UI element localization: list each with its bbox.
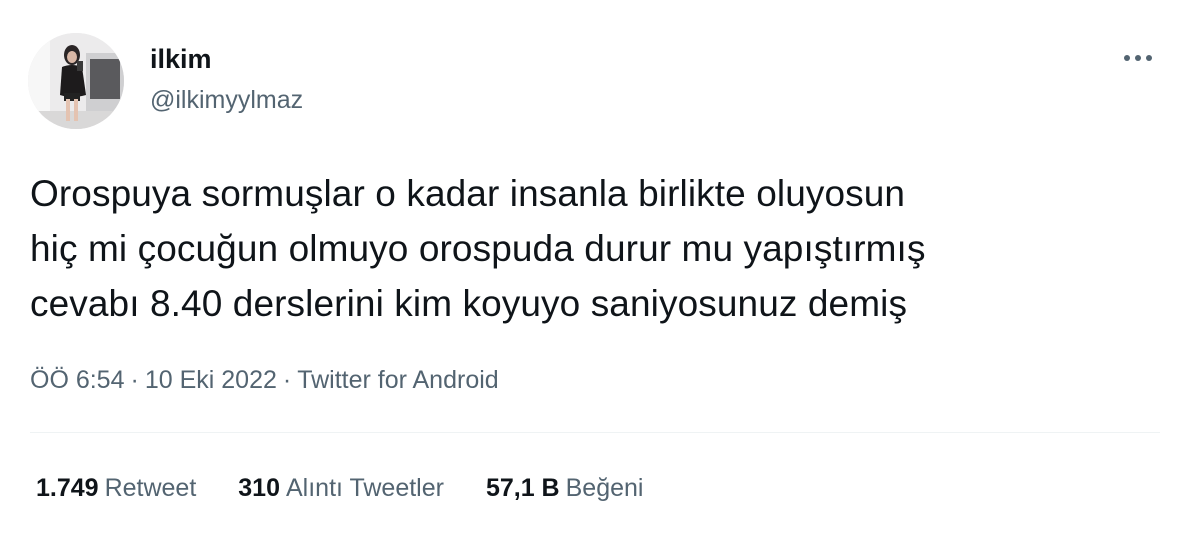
divider <box>30 432 1160 433</box>
tweet-text: Orospuya sormuşlar o kadar insanla birli… <box>30 173 926 324</box>
quote-tweets-count: 310 <box>238 474 280 502</box>
engagement-stats: 1.749 Retweet 310 Alıntı Tweetler 57,1 B Be… <box>36 474 685 503</box>
meta-separator: · <box>282 366 292 394</box>
more-options-button[interactable] <box>1120 44 1156 72</box>
avatar[interactable] <box>28 33 124 129</box>
likes-stat[interactable]: 57,1 B Beğeni <box>486 474 644 503</box>
retweets-label: Retweet <box>104 474 197 502</box>
user-handle[interactable]: @ilkimyylmaz <box>150 86 303 115</box>
tweet-card: ilkim @ilkimyylmaz Orospuya sormuşlar o … <box>0 0 1188 534</box>
tweet-source[interactable]: Twitter for Android <box>297 366 498 394</box>
tweet-date[interactable]: 10 Eki 2022 <box>145 366 277 394</box>
quote-tweets-stat[interactable]: 310 Alıntı Tweetler <box>238 474 444 503</box>
likes-count: 57,1 B <box>485 474 560 502</box>
likes-label: Beğeni <box>565 474 644 502</box>
retweets-stat[interactable]: 1.749 Retweet <box>36 474 196 503</box>
quote-tweets-label: Alıntı Tweetler <box>286 474 444 502</box>
more-horizontal-icon <box>1124 55 1152 61</box>
retweets-count: 1.749 <box>36 474 99 502</box>
profile-photo-icon <box>28 33 124 129</box>
tweet-metadata: ÖÖ 6:54 · 10 Eki 2022 · Twitter for Android <box>30 366 499 395</box>
display-name[interactable]: ilkim <box>150 44 212 75</box>
meta-separator: · <box>130 366 139 394</box>
tweet-time[interactable]: ÖÖ 6:54 <box>30 366 125 394</box>
